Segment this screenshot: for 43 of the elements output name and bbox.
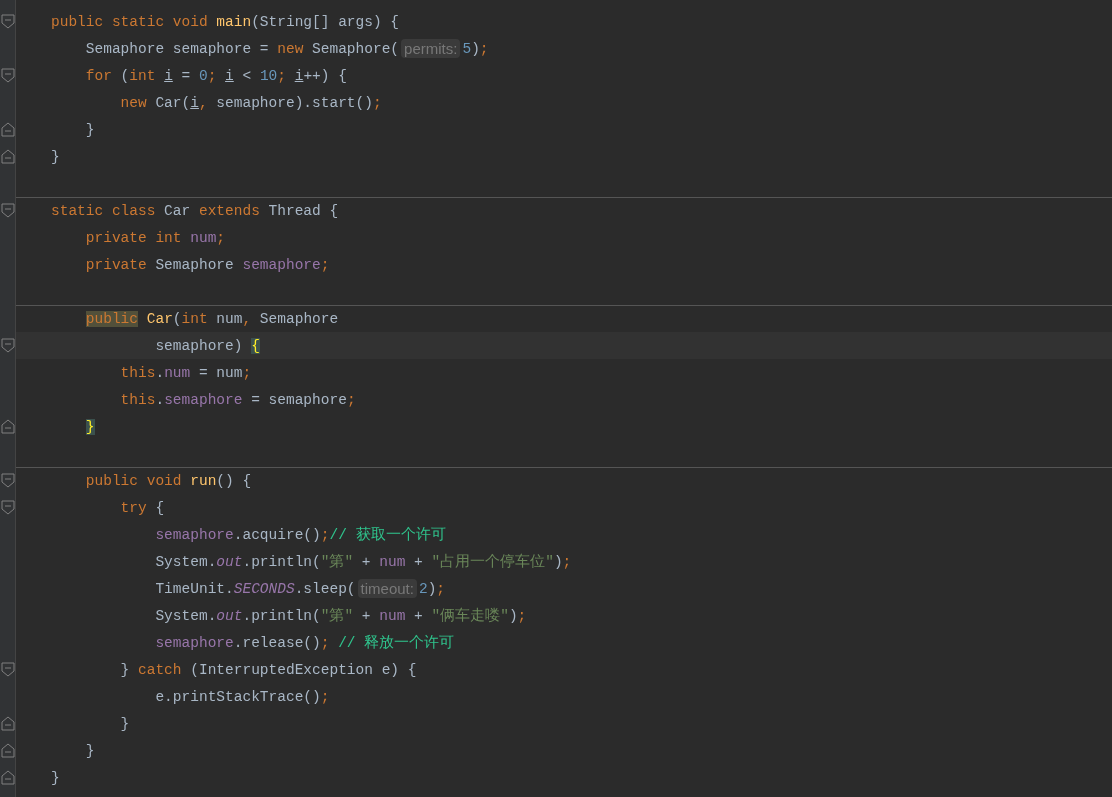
code-text: try {: [119, 499, 165, 516]
fold-icon[interactable]: [0, 473, 15, 488]
code-text: new Car(i, semaphore).start();: [119, 94, 382, 111]
code-text: }: [51, 148, 60, 165]
fold-icon[interactable]: [0, 338, 15, 353]
fold-icon[interactable]: [0, 68, 15, 83]
fold-icon[interactable]: [0, 149, 15, 164]
code-text: private Semaphore semaphore;: [84, 256, 330, 273]
code-text: e.printStackTrace();: [154, 688, 330, 705]
code-text: semaphore) {: [154, 337, 260, 354]
code-text: this.num = num;: [119, 364, 252, 381]
code-text: private int num;: [84, 229, 226, 246]
code-text: }: [51, 769, 60, 786]
fold-icon[interactable]: [0, 716, 15, 731]
parameter-hint: permits:: [401, 39, 461, 58]
code-text: }: [119, 715, 130, 732]
fold-icon[interactable]: [0, 419, 15, 434]
code-text: this.semaphore = semaphore;: [119, 391, 356, 408]
code-text: } catch (InterruptedException e) {: [119, 661, 417, 678]
code-text: semaphore.release(); // 释放一个许可: [154, 634, 455, 652]
fold-icon[interactable]: [0, 743, 15, 758]
fold-icon[interactable]: [0, 500, 15, 515]
code-text: for (int i = 0; i < 10; i++) {: [84, 67, 347, 84]
code-text: }: [84, 742, 95, 759]
parameter-hint: timeout:: [357, 579, 417, 598]
fold-icon[interactable]: [0, 662, 15, 677]
code-text: }: [84, 418, 95, 435]
code-text: Semaphore semaphore = new Semaphore(: [84, 40, 400, 57]
code-text: }: [84, 121, 95, 138]
fold-icon[interactable]: [0, 203, 15, 218]
code-text: static class Car extends Thread {: [51, 202, 339, 219]
fold-icon[interactable]: [0, 14, 15, 29]
code-text: semaphore.acquire();// 获取一个许可: [154, 525, 446, 544]
fold-icon[interactable]: [0, 122, 15, 137]
code-text: System.out.println("第" + num + "占用一个停车位");: [154, 552, 572, 571]
code-text: 2);: [418, 580, 446, 597]
code-text: public static void main(String[] args) {: [51, 13, 400, 30]
code-text: System.out.println("第" + num + "俩车走喽");: [154, 606, 527, 625]
code-text: TimeUnit.SECONDS.sleep(: [154, 580, 356, 597]
code-text: 5);: [462, 40, 489, 57]
code-text: public void run() {: [84, 472, 252, 489]
fold-icon[interactable]: [0, 770, 15, 785]
code-text: public Car(int num, Semaphore: [84, 310, 339, 327]
